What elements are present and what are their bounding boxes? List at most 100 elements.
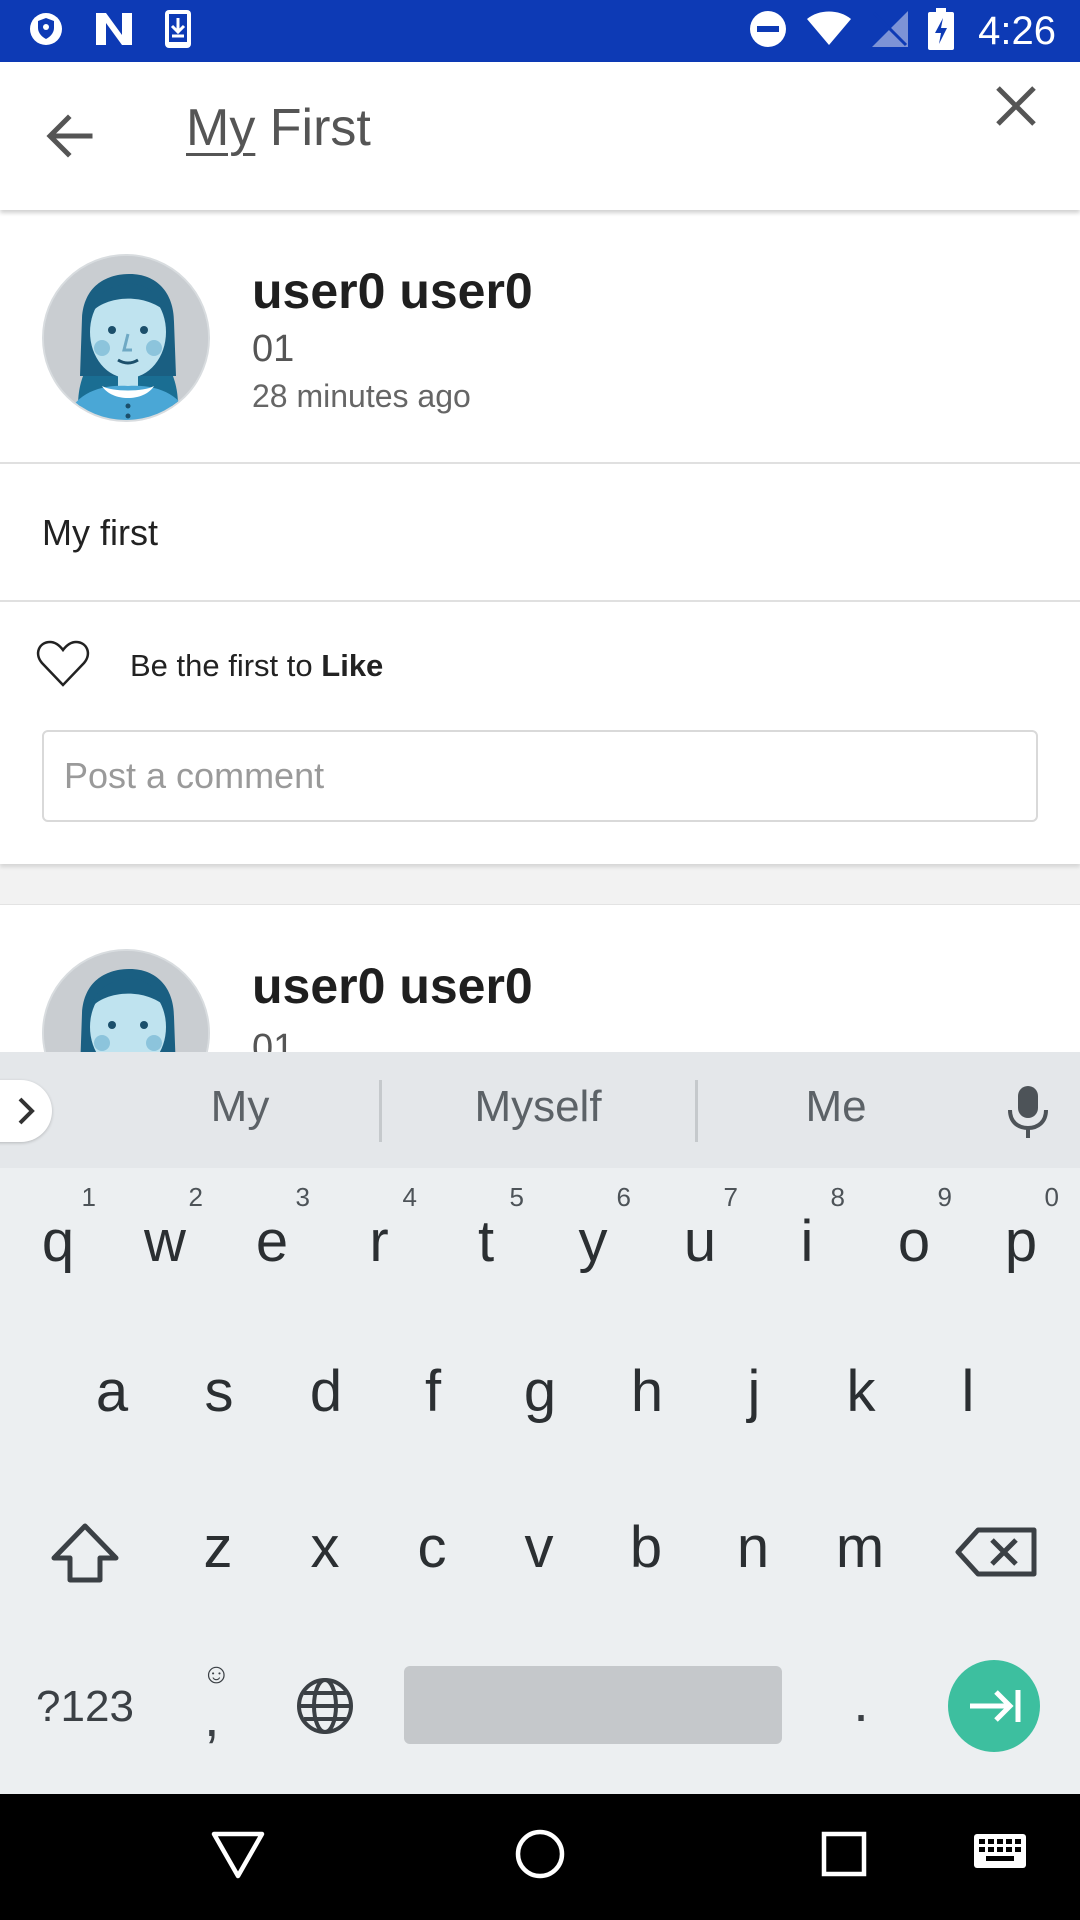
user-avatar-icon — [44, 256, 208, 420]
key-l[interactable]: l — [916, 1332, 1020, 1452]
suggestion-item[interactable]: My — [140, 1082, 340, 1132]
author-name[interactable]: user0 user0 — [252, 957, 533, 1015]
key-hint: 0 — [1044, 1182, 1059, 1212]
post-timestamp: 28 minutes ago — [252, 378, 471, 414]
key-label: w — [144, 1209, 186, 1274]
key-m[interactable]: m — [808, 1488, 912, 1608]
next-action-key[interactable] — [948, 1660, 1040, 1752]
status-bar: 4:26 — [0, 0, 1080, 62]
battery-charging-icon — [928, 7, 955, 55]
backspace-icon — [955, 1527, 1037, 1577]
key-p[interactable]: p0 — [969, 1182, 1073, 1302]
no-signal-icon — [870, 9, 910, 54]
n-notification-icon — [94, 11, 134, 52]
key-a[interactable]: a — [60, 1332, 164, 1452]
suggestion-separator — [695, 1080, 698, 1142]
like-prompt-prefix: Be the first to — [130, 648, 322, 683]
back-button[interactable] — [40, 106, 100, 166]
like-prompt-bold: Like — [321, 648, 384, 683]
close-icon — [996, 86, 1036, 126]
key-hint: 6 — [616, 1182, 631, 1212]
key-hint: 9 — [937, 1182, 952, 1212]
key-g[interactable]: g — [488, 1332, 592, 1452]
key-v[interactable]: v — [487, 1488, 591, 1608]
key-u[interactable]: u7 — [648, 1182, 752, 1302]
comma-label: , — [204, 1685, 220, 1748]
key-x[interactable]: x — [273, 1488, 377, 1608]
author-name[interactable]: user0 user0 — [252, 262, 533, 320]
nav-back-button[interactable] — [210, 1826, 266, 1887]
expand-suggestions-button[interactable] — [0, 1080, 52, 1142]
divider — [0, 600, 1080, 602]
like-row: Be the first to Like — [36, 638, 383, 694]
download-icon — [164, 9, 192, 54]
suggestion-strip: My Myself Me — [0, 1052, 1080, 1168]
nav-keyboard-switch-button[interactable] — [972, 1832, 1028, 1879]
key-label: p — [1004, 1209, 1038, 1274]
key-label: q — [41, 1209, 75, 1274]
nav-recents-button[interactable] — [816, 1826, 872, 1887]
post-card: user0 user0 01 — [0, 904, 1080, 1052]
suggestion-item[interactable]: Me — [736, 1082, 936, 1132]
user-avatar-icon — [44, 951, 208, 1052]
clock: 4:26 — [978, 8, 1056, 53]
key-h[interactable]: h — [595, 1332, 699, 1452]
tab-arrow-icon — [970, 1690, 1021, 1722]
search-input[interactable]: My First — [186, 98, 946, 174]
shift-key[interactable] — [30, 1492, 140, 1612]
key-t[interactable]: t5 — [434, 1182, 538, 1302]
key-c[interactable]: c — [380, 1488, 484, 1608]
post-body: My first — [42, 512, 158, 553]
arrow-left-icon — [46, 114, 93, 158]
key-w[interactable]: w2 — [113, 1182, 217, 1302]
key-i[interactable]: i8 — [755, 1182, 859, 1302]
key-s[interactable]: s — [167, 1332, 271, 1452]
key-label: e — [255, 1209, 289, 1274]
key-label: o — [897, 1209, 931, 1274]
nav-home-button[interactable] — [512, 1826, 568, 1887]
key-label: i — [800, 1209, 814, 1274]
divider — [0, 462, 1080, 464]
key-j[interactable]: j — [702, 1332, 806, 1452]
voice-input-button[interactable] — [1006, 1084, 1050, 1145]
author-subtitle: 01 — [252, 328, 295, 370]
key-q[interactable]: q1 — [6, 1182, 110, 1302]
language-key[interactable] — [290, 1666, 360, 1746]
vpn-shield-icon — [28, 11, 64, 52]
key-hint: 3 — [295, 1182, 310, 1212]
avatar[interactable] — [42, 254, 210, 422]
suggestion-item[interactable]: Myself — [438, 1082, 638, 1132]
heart-outline-icon — [36, 640, 90, 687]
symbols-key[interactable]: ?123 — [20, 1662, 150, 1752]
key-z[interactable]: z — [166, 1488, 270, 1608]
post-feed: user0 user0 01 28 minutes ago My first B… — [0, 210, 1080, 1052]
comma-emoji-key[interactable]: ☺ , — [182, 1652, 252, 1762]
key-n[interactable]: n — [701, 1488, 805, 1608]
key-k[interactable]: k — [809, 1332, 913, 1452]
key-o[interactable]: o9 — [862, 1182, 966, 1302]
key-f[interactable]: f — [381, 1332, 485, 1452]
key-b[interactable]: b — [594, 1488, 698, 1608]
key-hint: 8 — [830, 1182, 845, 1212]
key-label: r — [369, 1209, 389, 1274]
home-circle-icon — [515, 1829, 565, 1879]
keyboard-icon — [974, 1834, 1026, 1868]
like-button[interactable] — [36, 639, 90, 694]
key-e[interactable]: e3 — [220, 1182, 324, 1302]
backspace-key[interactable] — [940, 1492, 1050, 1612]
search-bar: My First — [0, 62, 1080, 210]
key-y[interactable]: y6 — [541, 1182, 645, 1302]
suggestion-separator — [379, 1080, 382, 1142]
system-nav-bar — [0, 1794, 1080, 1920]
key-label: y — [578, 1209, 608, 1274]
clear-search-button[interactable] — [988, 78, 1044, 134]
shift-icon — [51, 1523, 119, 1583]
period-key[interactable]: . — [826, 1652, 896, 1752]
like-prompt: Be the first to Like — [130, 648, 383, 684]
space-key[interactable] — [404, 1666, 782, 1744]
comment-input[interactable] — [42, 730, 1038, 822]
key-d[interactable]: d — [274, 1332, 378, 1452]
key-r[interactable]: r4 — [327, 1182, 431, 1302]
avatar[interactable] — [42, 949, 210, 1052]
soft-keyboard: My Myself Me q1 w2 e3 r4 t5 y6 u7 i8 o9 … — [0, 1052, 1080, 1794]
